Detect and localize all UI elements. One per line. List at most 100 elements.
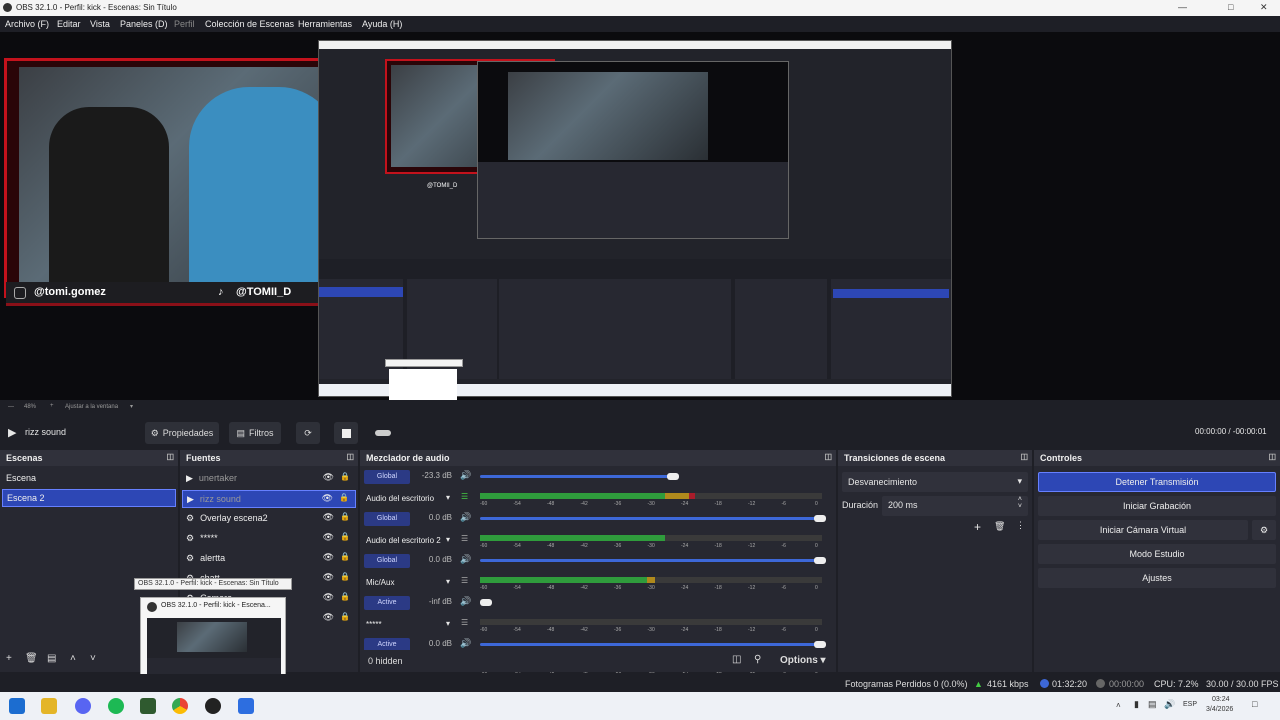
virtual-camera-button[interactable]: Iniciar Cámara Virtual — [1038, 520, 1248, 540]
volume-slider[interactable] — [480, 559, 820, 562]
chevron-down-icon[interactable]: ▾ — [446, 619, 450, 628]
volume-slider-knob[interactable] — [814, 557, 826, 564]
minecraft-icon[interactable] — [140, 698, 156, 714]
app-taskbar-icon[interactable] — [238, 698, 254, 714]
float-icon[interactable]: ◫ — [346, 452, 354, 461]
studio-mode-button[interactable]: Modo Estudio — [1038, 544, 1276, 564]
volume-slider-knob[interactable] — [480, 599, 492, 606]
clock-time[interactable]: 03:24 — [1212, 696, 1230, 703]
chevron-down-icon[interactable]: ˅ — [90, 653, 96, 664]
lock-icon[interactable]: 🔒 — [340, 612, 350, 621]
close-icon[interactable]: ✕ — [1260, 2, 1268, 13]
source-item[interactable]: ▶ unertaker 👁 🔒 — [182, 470, 356, 488]
link-icon[interactable]: ⚲ — [754, 654, 761, 665]
virtual-camera-settings-button[interactable]: ⚙ — [1252, 520, 1276, 540]
volume-slider[interactable] — [480, 475, 671, 478]
stop-button[interactable] — [334, 422, 358, 444]
headphones-icon[interactable]: ☰ — [461, 492, 468, 501]
float-icon[interactable]: ◫ — [166, 452, 174, 461]
lock-icon[interactable]: 🔒 — [340, 592, 350, 601]
chevron-down-icon[interactable]: ▾ — [446, 535, 450, 544]
zoom-out-button[interactable]: — — [8, 404, 14, 410]
lock-icon[interactable]: 🔒 — [340, 572, 350, 581]
settings-button[interactable]: Ajustes — [1038, 568, 1276, 588]
menu-editar[interactable]: Editar — [57, 19, 81, 29]
audio-monitor-badge[interactable]: Global — [364, 554, 410, 568]
file-explorer-icon[interactable] — [41, 698, 57, 714]
start-recording-button[interactable]: Iniciar Grabación — [1038, 496, 1276, 516]
stepper-icon[interactable]: ˄ ˅ — [1018, 496, 1022, 510]
speaker-icon[interactable]: 🔊 — [460, 638, 471, 649]
duration-input[interactable]: 200 ms ˄ ˅ — [882, 496, 1028, 516]
clock-date[interactable]: 3/4/2026 — [1206, 706, 1233, 713]
trash-icon[interactable]: 🗑 — [25, 653, 38, 664]
filter-icon[interactable]: ▤ — [47, 653, 56, 664]
zoom-in-button[interactable]: + — [50, 403, 54, 409]
visibility-icon[interactable]: 👁 — [323, 612, 334, 623]
audio-monitor-badge[interactable]: Global — [364, 512, 410, 526]
menu-coleccion[interactable]: Colección de Escenas — [205, 19, 294, 29]
notification-icon[interactable]: □ — [1252, 699, 1257, 709]
speaker-icon[interactable]: 🔊 — [460, 596, 471, 607]
menu-perfil[interactable]: Perfil — [174, 19, 195, 29]
scene-item[interactable]: Escena — [2, 470, 176, 488]
refresh-button[interactable]: ⟳ — [296, 422, 320, 444]
network-icon[interactable]: ▤ — [1148, 699, 1157, 710]
add-icon[interactable]: + — [974, 520, 981, 534]
volume-icon[interactable]: 🔊 — [1164, 699, 1175, 710]
layout-icon[interactable]: ◫ — [732, 654, 741, 665]
headphones-icon[interactable]: ☰ — [461, 618, 468, 627]
chevron-up-icon[interactable]: ˄ — [1116, 701, 1121, 710]
media-seek-slider[interactable] — [375, 430, 391, 436]
visibility-icon[interactable]: 👁 — [323, 512, 334, 523]
headphones-icon[interactable]: ☰ — [461, 534, 468, 543]
play-icon[interactable]: ▶ — [8, 426, 16, 439]
stop-stream-button[interactable]: Detener Transmisión — [1038, 472, 1276, 492]
trash-icon[interactable]: 🗑 — [994, 521, 1005, 532]
discord-icon[interactable] — [75, 698, 91, 714]
lock-icon[interactable]: 🔒 — [340, 472, 350, 481]
lock-icon[interactable]: 🔒 — [339, 493, 349, 502]
filters-button[interactable]: ▤ Filtros — [229, 422, 281, 444]
visibility-icon[interactable]: 👁 — [323, 532, 334, 543]
visibility-icon[interactable]: 👁 — [322, 493, 333, 504]
speaker-icon[interactable]: 🔊 — [460, 554, 471, 565]
float-icon[interactable]: ◫ — [1020, 452, 1028, 461]
language-indicator[interactable]: ESP — [1183, 701, 1197, 708]
preview-canvas[interactable]: @tomi.gomez ♪ @TOMII_D @TOMII_D — [0, 32, 1280, 413]
lock-icon[interactable]: 🔒 — [340, 552, 350, 561]
more-icon[interactable]: ⋮ — [1016, 520, 1025, 531]
lock-icon[interactable]: 🔒 — [340, 512, 350, 521]
source-item[interactable]: ⚙ alertta 👁 🔒 — [182, 550, 356, 568]
transition-select[interactable]: Desvanecimiento ▾ — [842, 472, 1028, 492]
visibility-icon[interactable]: 👁 — [323, 592, 334, 603]
zoom-fit-label[interactable]: Ajustar a la ventana — [65, 404, 118, 410]
speaker-icon[interactable]: 🔊 — [460, 512, 471, 523]
scene-item-selected[interactable]: Escena 2 — [2, 489, 176, 507]
speaker-icon[interactable]: 🔊 — [460, 470, 471, 481]
menu-archivo[interactable]: Archivo (F) — [5, 19, 49, 29]
source-item[interactable]: ⚙ Overlay escena2 👁 🔒 — [182, 510, 356, 528]
mixer-options-button[interactable]: Options ▾ — [780, 655, 826, 666]
visibility-icon[interactable]: 👁 — [323, 472, 334, 483]
menu-ayuda[interactable]: Ayuda (H) — [362, 19, 402, 29]
float-icon[interactable]: ◫ — [1268, 452, 1276, 461]
chevron-up-icon[interactable]: ˄ — [70, 653, 76, 664]
visibility-icon[interactable]: 👁 — [323, 572, 334, 583]
source-item[interactable]: ⚙ ***** 👁 🔒 — [182, 530, 356, 548]
visibility-icon[interactable]: 👁 — [323, 552, 334, 563]
headphones-icon[interactable]: ☰ — [461, 576, 468, 585]
lock-icon[interactable]: 🔒 — [340, 532, 350, 541]
audio-monitor-badge[interactable]: Active — [364, 596, 410, 610]
chrome-icon[interactable] — [172, 698, 188, 714]
maximize-icon[interactable]: □ — [1228, 2, 1233, 12]
volume-slider-knob[interactable] — [814, 515, 826, 522]
minimize-icon[interactable]: — — [1178, 2, 1187, 12]
windows-start-icon[interactable] — [9, 698, 25, 714]
properties-button[interactable]: ⚙ Propiedades — [145, 422, 219, 444]
add-icon[interactable]: + — [6, 653, 12, 664]
float-icon[interactable]: ◫ — [824, 452, 832, 461]
spotify-icon[interactable] — [108, 698, 124, 714]
audio-monitor-badge[interactable]: Global — [364, 470, 410, 484]
volume-slider-knob[interactable] — [667, 473, 680, 480]
